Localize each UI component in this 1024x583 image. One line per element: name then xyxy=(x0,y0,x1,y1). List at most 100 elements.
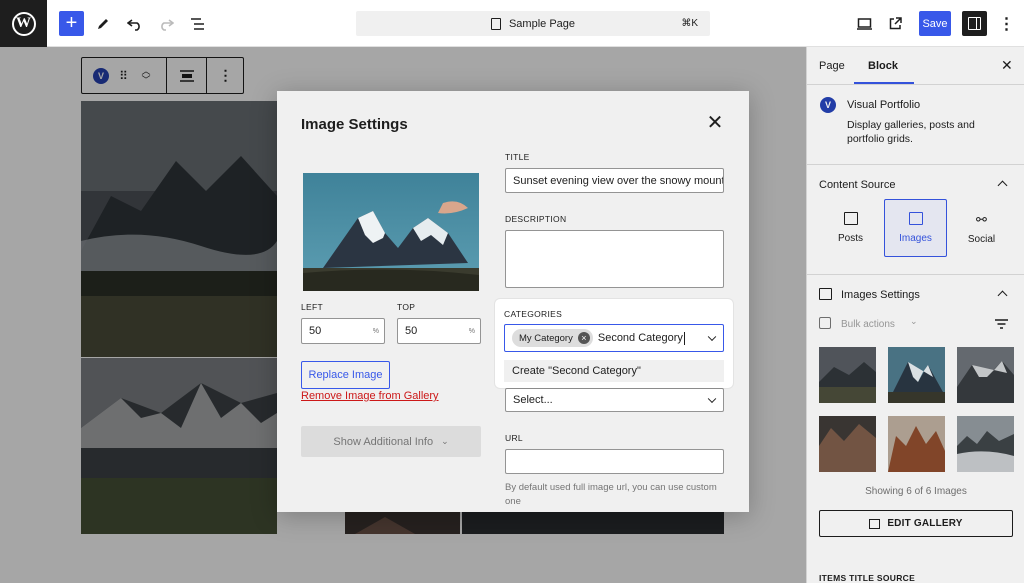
title-label: TITLE xyxy=(505,152,530,162)
add-block-button[interactable]: + xyxy=(59,11,84,36)
gallery-thumbnail[interactable] xyxy=(888,416,945,472)
page-icon xyxy=(490,17,501,30)
chevron-down-icon xyxy=(707,394,717,404)
left-value: 50 xyxy=(309,325,322,337)
url-help-text: By default used full image url, you can … xyxy=(505,482,717,507)
show-additional-info-button[interactable]: Show Additional Info ⌄ xyxy=(301,426,481,457)
categories-token-input[interactable]: My Category × Second Category xyxy=(504,324,724,352)
select-all-checkbox[interactable] xyxy=(819,317,831,329)
gallery-thumbnail[interactable] xyxy=(888,347,945,403)
image-title-input[interactable]: Sunset evening view over the snowy mount xyxy=(505,168,724,193)
panel-title[interactable]: Content Source xyxy=(819,179,895,191)
mountain-photo xyxy=(957,416,1014,472)
edit-gallery-label: EDIT GALLERY xyxy=(887,518,963,529)
source-label: Social xyxy=(967,233,996,245)
wordpress-logo[interactable]: W xyxy=(0,0,47,47)
gallery-icon xyxy=(869,518,881,529)
gallery-thumbnail[interactable] xyxy=(819,416,876,472)
panel-title[interactable]: Images Settings xyxy=(841,289,920,301)
shortcut-hint: ⌘K xyxy=(681,18,698,29)
description-label: DESCRIPTION xyxy=(505,214,567,224)
mountain-photo xyxy=(888,416,945,472)
remove-token-icon[interactable]: × xyxy=(577,332,590,344)
gallery-icon xyxy=(819,288,832,300)
bulk-actions-select[interactable]: Bulk actions xyxy=(841,319,895,330)
image-preview[interactable] xyxy=(303,173,479,291)
mountain-photo xyxy=(303,173,479,291)
top-position-input[interactable]: 50 % xyxy=(397,318,481,344)
redo-icon xyxy=(160,18,174,31)
plus-icon: + xyxy=(65,12,78,34)
gallery-thumbnail[interactable] xyxy=(957,416,1014,472)
mountain-photo xyxy=(957,347,1014,403)
image-description-textarea[interactable] xyxy=(505,230,724,288)
settings-sidebar-toggle[interactable] xyxy=(962,11,987,36)
url-label: URL xyxy=(505,433,523,443)
mountain-photo xyxy=(819,416,876,472)
save-button[interactable]: Save xyxy=(919,11,951,36)
remove-image-link[interactable]: Remove Image from Gallery xyxy=(301,390,439,402)
tab-block[interactable]: Block xyxy=(868,60,898,72)
gallery-thumbnail[interactable] xyxy=(957,347,1014,403)
mountain-photo xyxy=(888,347,945,403)
document-title: Sample Page xyxy=(508,17,576,30)
list-view-button[interactable] xyxy=(185,11,210,36)
unit-label: % xyxy=(372,328,379,335)
wordpress-icon: W xyxy=(11,11,36,36)
external-link-icon xyxy=(889,17,902,30)
edit-gallery-button[interactable]: EDIT GALLERY xyxy=(819,510,1013,537)
source-label: Images xyxy=(899,233,932,244)
undo-icon xyxy=(126,18,140,31)
chevron-down-icon: ⌄ xyxy=(910,316,918,326)
secondary-select[interactable]: Select... xyxy=(505,388,724,412)
category-token: My Category × xyxy=(512,329,593,347)
additional-info-label: Show Additional Info xyxy=(333,435,434,448)
modal-title: Image Settings xyxy=(301,116,408,133)
sidebar-icon xyxy=(968,17,981,30)
pen-icon xyxy=(97,18,108,29)
redo-button[interactable] xyxy=(153,11,178,36)
sidebar-tabs: Page Block ✕ xyxy=(807,47,1024,85)
source-label: Posts xyxy=(837,233,863,244)
top-value: 50 xyxy=(405,325,418,337)
categories-label: CATEGORIES xyxy=(504,309,563,319)
images-icon xyxy=(908,212,923,225)
plugin-name: Visual Portfolio xyxy=(847,99,921,111)
gallery-thumbnail[interactable] xyxy=(819,347,876,403)
modal-close-button[interactable]: ✕ xyxy=(705,113,725,133)
visual-portfolio-icon: V xyxy=(820,97,836,113)
list-view-icon xyxy=(190,17,204,30)
filter-icon[interactable] xyxy=(995,319,1008,329)
tab-page[interactable]: Page xyxy=(819,60,845,72)
more-vertical-icon: ⋮ xyxy=(998,15,1015,33)
close-icon: ✕ xyxy=(1001,57,1013,73)
chevron-down-icon[interactable] xyxy=(707,332,717,342)
plugin-description: Display galleries, posts and portfolio g… xyxy=(847,119,975,145)
source-option-posts[interactable]: Posts xyxy=(819,199,882,257)
categories-highlight: CATEGORIES My Category × Second Category… xyxy=(495,299,733,388)
left-position-input[interactable]: 50 % xyxy=(301,318,385,344)
source-option-social[interactable]: ⚯ Social xyxy=(950,199,1013,257)
tools-button[interactable] xyxy=(90,11,115,36)
create-category-option[interactable]: Create "Second Category" xyxy=(504,360,724,382)
chevron-up-icon[interactable] xyxy=(997,290,1008,301)
view-page-button[interactable] xyxy=(883,11,908,36)
mountain-photo xyxy=(819,347,876,403)
options-menu-button[interactable]: ⋮ xyxy=(994,11,1019,36)
undo-button[interactable] xyxy=(122,11,147,36)
preview-button[interactable] xyxy=(852,11,877,36)
top-toolbar: W + Sample Page ⌘K Save ⋮ xyxy=(0,0,1024,47)
active-tab-indicator xyxy=(854,82,914,84)
replace-image-button[interactable]: Replace Image xyxy=(301,361,390,389)
document-title-bar[interactable]: Sample Page ⌘K xyxy=(356,11,710,36)
category-token-label: My Category xyxy=(519,332,573,344)
source-option-images[interactable]: Images xyxy=(884,199,947,257)
left-label: LEFT xyxy=(301,302,323,312)
close-sidebar-button[interactable]: ✕ xyxy=(1001,57,1013,74)
category-typed-text: Second Category xyxy=(597,332,683,344)
chevron-up-icon[interactable] xyxy=(997,180,1008,191)
posts-icon xyxy=(843,212,858,225)
share-icon: ⚯ xyxy=(976,211,987,227)
top-label: TOP xyxy=(397,302,416,312)
image-url-input[interactable] xyxy=(505,449,724,474)
